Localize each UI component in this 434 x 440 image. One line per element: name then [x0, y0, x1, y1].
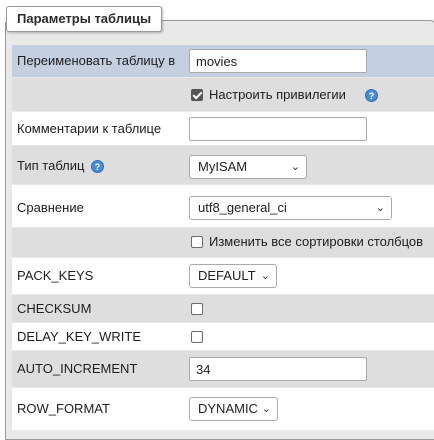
chevron-down-icon: ⌄ [290, 161, 300, 173]
collation-select-value: utf8_general_ci [198, 200, 287, 215]
collation-label: Сравнение [17, 200, 84, 215]
pack-keys-select-value: DEFAULT [198, 268, 256, 283]
auto-increment-input[interactable] [189, 357, 367, 381]
row-format-row: ROW_FORMAT DYNAMIC ⌄ [12, 388, 434, 430]
chevron-down-icon: ⌄ [375, 202, 385, 214]
row-format-label: ROW_FORMAT [17, 401, 110, 416]
row-format-select[interactable]: DYNAMIC ⌄ [189, 397, 278, 421]
row-format-select-value: DYNAMIC [198, 401, 258, 416]
pack-keys-label: PACK_KEYS [17, 268, 94, 283]
collation-row: Сравнение utf8_general_ci ⌄ [12, 185, 434, 227]
chevron-down-icon: ⌄ [260, 270, 270, 282]
pack-keys-row: PACK_KEYS DEFAULT ⌄ [12, 258, 434, 294]
rename-label: Переименовать таблицу в [17, 53, 176, 68]
privileges-checkbox[interactable] [191, 89, 203, 101]
rename-row: Переименовать таблицу в [12, 45, 434, 77]
comments-row: Комментарии к таблице [12, 112, 434, 145]
comments-input[interactable] [189, 117, 367, 141]
pack-keys-select[interactable]: DEFAULT ⌄ [189, 264, 277, 288]
change-all-collations-row: Изменить все сортировки столбцов [12, 228, 434, 257]
panel-legend: Параметры таблицы [6, 6, 163, 32]
checksum-checkbox[interactable] [191, 303, 203, 315]
help-icon[interactable]: ? [365, 89, 378, 102]
auto-increment-label: AUTO_INCREMENT [17, 361, 138, 376]
engine-row: Тип таблиц ? MyISAM ⌄ [12, 146, 434, 184]
engine-label: Тип таблиц [17, 158, 85, 173]
auto-increment-row: AUTO_INCREMENT [12, 351, 434, 387]
chevron-down-icon: ⌄ [261, 403, 271, 415]
delay-key-write-row: DELAY_KEY_WRITE [12, 323, 434, 350]
privileges-label: Настроить привилегии [209, 87, 346, 102]
rename-input[interactable] [189, 49, 367, 73]
privileges-row: Настроить привилегии ? [12, 78, 434, 111]
engine-select[interactable]: MyISAM ⌄ [189, 155, 307, 179]
delay-key-write-checkbox[interactable] [191, 331, 203, 343]
checksum-row: CHECKSUM [12, 295, 434, 322]
collation-select[interactable]: utf8_general_ci ⌄ [189, 196, 392, 220]
help-icon[interactable]: ? [91, 160, 104, 173]
change-all-collations-label: Изменить все сортировки столбцов [209, 234, 424, 249]
delay-key-write-label: DELAY_KEY_WRITE [17, 329, 142, 344]
engine-select-value: MyISAM [198, 159, 248, 174]
checksum-label: CHECKSUM [17, 301, 92, 316]
change-all-collations-checkbox[interactable] [191, 236, 203, 248]
comments-label: Комментарии к таблице [17, 121, 162, 136]
